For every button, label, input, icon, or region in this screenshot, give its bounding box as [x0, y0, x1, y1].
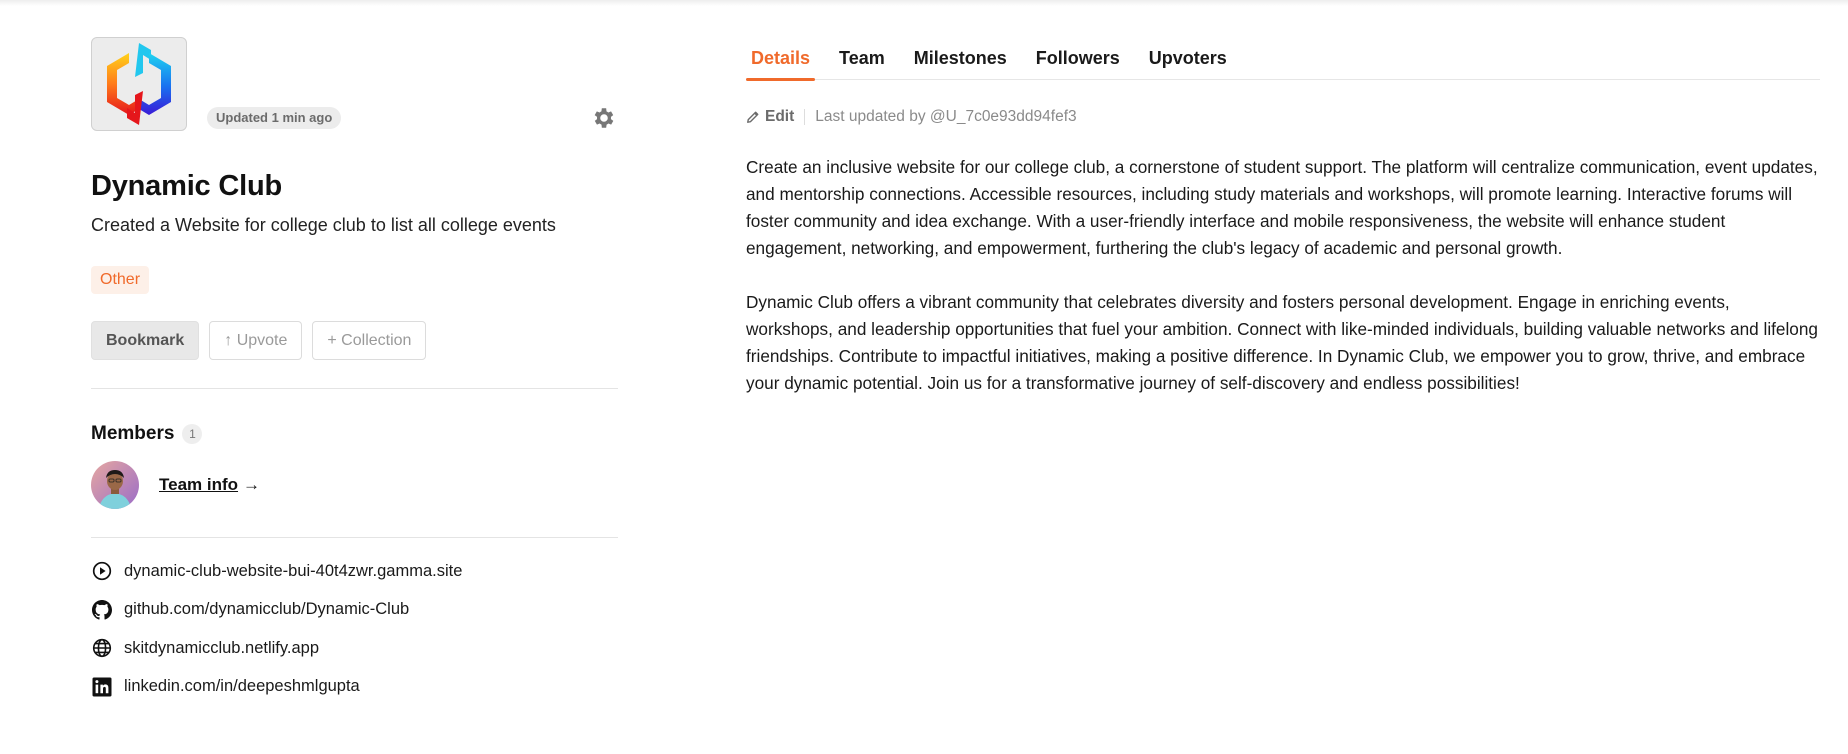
action-buttons: Bookmark ↑ Upvote + Collection	[91, 321, 618, 360]
project-sidebar: Updated 1 min ago Dynamic Club Created a…	[91, 37, 618, 714]
member-avatar[interactable]	[91, 460, 139, 509]
link-github[interactable]: github.com/dynamicclub/Dynamic-Club	[91, 599, 618, 621]
settings-gear-icon[interactable]	[591, 105, 617, 131]
edit-button[interactable]: Edit	[746, 108, 794, 126]
project-description: Create an inclusive website for our coll…	[746, 154, 1820, 397]
play-circle-icon	[91, 560, 113, 582]
link-demo[interactable]: dynamic-club-website-bui-40t4zwr.gamma.s…	[91, 560, 618, 582]
project-logo	[91, 37, 187, 131]
tab-bar: Details Team Milestones Followers Upvote…	[746, 42, 1820, 81]
bookmark-button[interactable]: Bookmark	[91, 321, 200, 360]
edit-label: Edit	[765, 108, 795, 125]
tab-upvoters[interactable]: Upvoters	[1144, 42, 1232, 80]
link-text[interactable]: github.com/dynamicclub/Dynamic-Club	[124, 600, 409, 619]
tab-followers[interactable]: Followers	[1031, 42, 1125, 80]
updated-badge: Updated 1 min ago	[207, 107, 342, 129]
tab-details[interactable]: Details	[746, 42, 816, 81]
linkedin-icon	[91, 676, 113, 698]
top-shadow	[0, 0, 1848, 6]
link-text[interactable]: linkedin.com/in/deepeshmlgupta	[124, 677, 360, 696]
link-text[interactable]: skitdynamicclub.netlify.app	[124, 639, 319, 658]
pencil-icon	[747, 111, 759, 123]
github-icon	[91, 599, 113, 621]
project-title: Dynamic Club	[91, 170, 282, 202]
upvote-button[interactable]: ↑ Upvote	[209, 321, 303, 360]
tab-milestones[interactable]: Milestones	[909, 42, 1012, 80]
dynamic-club-logo-icon	[107, 43, 171, 125]
link-text[interactable]: dynamic-club-website-bui-40t4zwr.gamma.s…	[124, 562, 462, 581]
project-links: dynamic-club-website-bui-40t4zwr.gamma.s…	[91, 560, 618, 698]
members-heading: Members	[91, 423, 175, 444]
last-updated-text: Last updated by @U_7c0e93dd94fef3	[815, 108, 1077, 125]
description-paragraph: Create an inclusive website for our coll…	[746, 157, 1818, 258]
tab-team[interactable]: Team	[834, 42, 890, 80]
project-header: Updated 1 min ago	[91, 37, 618, 133]
project-tagline: Created a Website for college club to li…	[91, 215, 556, 235]
members-header: Members 1	[91, 423, 618, 445]
globe-icon	[91, 637, 113, 659]
project-content: Details Team Milestones Followers Upvote…	[746, 42, 1820, 397]
link-website[interactable]: skitdynamicclub.netlify.app	[91, 637, 618, 659]
divider	[91, 537, 618, 538]
team-info-link[interactable]: Team info	[159, 475, 238, 495]
member-row: Team info →	[91, 460, 618, 509]
arrow-right-icon: →	[243, 474, 261, 494]
details-meta: Edit Last updated by @U_7c0e93dd94fef3	[746, 108, 1820, 126]
category-tag[interactable]: Other	[91, 266, 150, 294]
add-to-collection-button[interactable]: + Collection	[312, 321, 427, 360]
members-count-badge: 1	[182, 424, 203, 444]
description-paragraph: Dynamic Club offers a vibrant community …	[746, 292, 1818, 393]
link-linkedin[interactable]: linkedin.com/in/deepeshmlgupta	[91, 676, 618, 698]
divider	[91, 388, 618, 389]
meta-separator	[804, 109, 806, 125]
